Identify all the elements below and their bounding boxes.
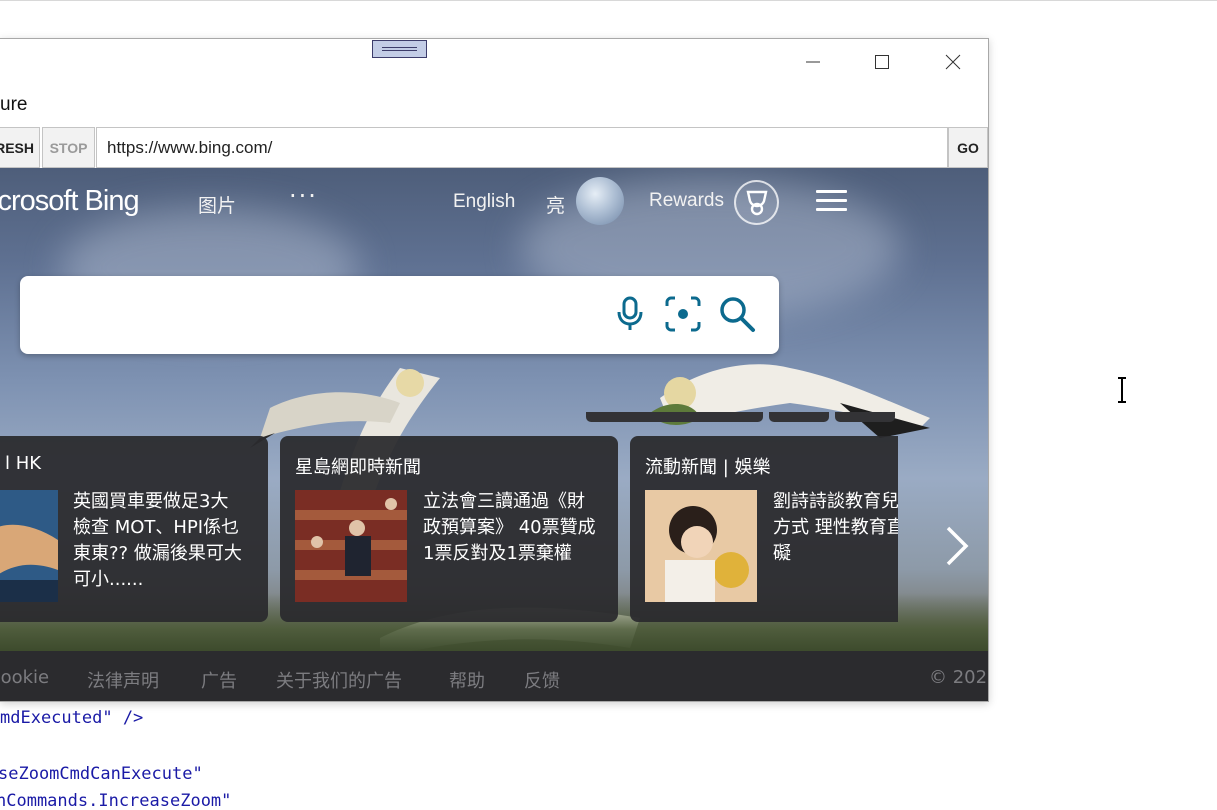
news-headline: 英國買車要做足3大 檢查 MOT、HPI係乜 東東?? 做漏後果可大 可小...… [73, 491, 242, 590]
news-thumbnail [0, 490, 58, 602]
footer-cookie-link[interactable]: Cookie [0, 667, 49, 688]
browser-toolbar: RESH STOP https://www.bing.com/ GO [0, 127, 988, 168]
news-headline: 立法會三讀通過《財 政預算案》 40票贊成 1票反對及1票棄權 [423, 491, 596, 564]
user-name[interactable]: 亮 [546, 191, 565, 218]
news-card[interactable]: l HK 英國買車要做足3大 檢查 MOT、HPI係乜 東東?? 做漏後果可大 … [0, 436, 268, 622]
search-input[interactable] [36, 294, 596, 334]
news-thumbnail [645, 490, 757, 602]
address-bar[interactable]: https://www.bing.com/ [96, 127, 948, 168]
news-source: 星島網即時新聞 [295, 457, 421, 478]
maximize-icon [875, 55, 889, 69]
footer-legal-link[interactable]: 法律声明 [87, 667, 159, 693]
close-icon [945, 54, 961, 70]
minimize-icon [806, 61, 820, 63]
go-button[interactable]: GO [948, 127, 988, 168]
maximize-button[interactable] [859, 47, 905, 77]
carousel-page-indicator[interactable] [586, 412, 763, 422]
minimize-button[interactable] [790, 47, 836, 77]
code-line[interactable]: seZoomCmdCanExecute" [0, 764, 203, 784]
footer-feedback-link[interactable]: 反馈 [524, 667, 560, 693]
rewards-trophy-icon[interactable] [734, 180, 779, 225]
stop-button[interactable]: STOP [42, 127, 95, 168]
carousel-page-indicator[interactable] [835, 412, 895, 422]
nav-images-link[interactable]: 图片 [198, 191, 236, 218]
search-icon[interactable] [717, 294, 757, 334]
search-box [20, 276, 779, 354]
microphone-icon[interactable] [610, 294, 650, 334]
chevron-right-icon[interactable] [940, 524, 972, 568]
bing-page: icrosoft Bing 图片 ··· English 亮 Rewards l… [0, 168, 988, 701]
footer-help-link[interactable]: 帮助 [449, 667, 485, 693]
news-card[interactable]: 流動新聞 | 娛樂 劉詩詩談教育兒 方式 理性教育直 礙 [630, 436, 898, 622]
news-source: l HK [5, 453, 42, 474]
rewards-link[interactable]: Rewards [649, 190, 724, 212]
hamburger-menu-icon[interactable] [816, 190, 848, 212]
text-cursor-icon [1118, 377, 1126, 403]
browser-window: ure RESH STOP https://www.bing.com/ GO i… [0, 38, 989, 702]
footer-about-ads-link[interactable]: 关于我们的广告 [276, 667, 402, 693]
user-avatar[interactable] [576, 177, 624, 225]
carousel-page-indicator[interactable] [769, 412, 829, 422]
nav-more-button[interactable]: ··· [289, 182, 318, 210]
refresh-button[interactable]: RESH [0, 127, 40, 168]
footer-copyright: © 2021 [929, 667, 988, 688]
news-thumbnail [295, 490, 407, 602]
news-headline: 劉詩詩談教育兒 方式 理性教育直 礙 [773, 491, 898, 564]
visual-search-icon[interactable] [663, 294, 703, 334]
close-button[interactable] [930, 47, 976, 77]
footer-ads-link[interactable]: 广告 [201, 667, 237, 693]
language-link[interactable]: English [453, 191, 515, 213]
bing-logo[interactable]: icrosoft Bing [0, 185, 140, 218]
news-card[interactable]: 星島網即時新聞 立法會三讀通過《財 政預算案》 40票贊成 1票反對及1票棄權 [280, 436, 618, 622]
window-title: ure [0, 94, 28, 115]
window-drag-handle[interactable] [372, 40, 427, 58]
news-source: 流動新聞 | 娛樂 [645, 457, 771, 478]
bing-footer: Cookie 法律声明 广告 关于我们的广告 帮助 反馈 © 2021 [0, 651, 988, 701]
code-line[interactable]: mdExecuted" /> [0, 708, 143, 728]
code-line[interactable]: nCommands.IncreaseZoom" [0, 791, 231, 810]
editor-top-border [0, 0, 1217, 1]
